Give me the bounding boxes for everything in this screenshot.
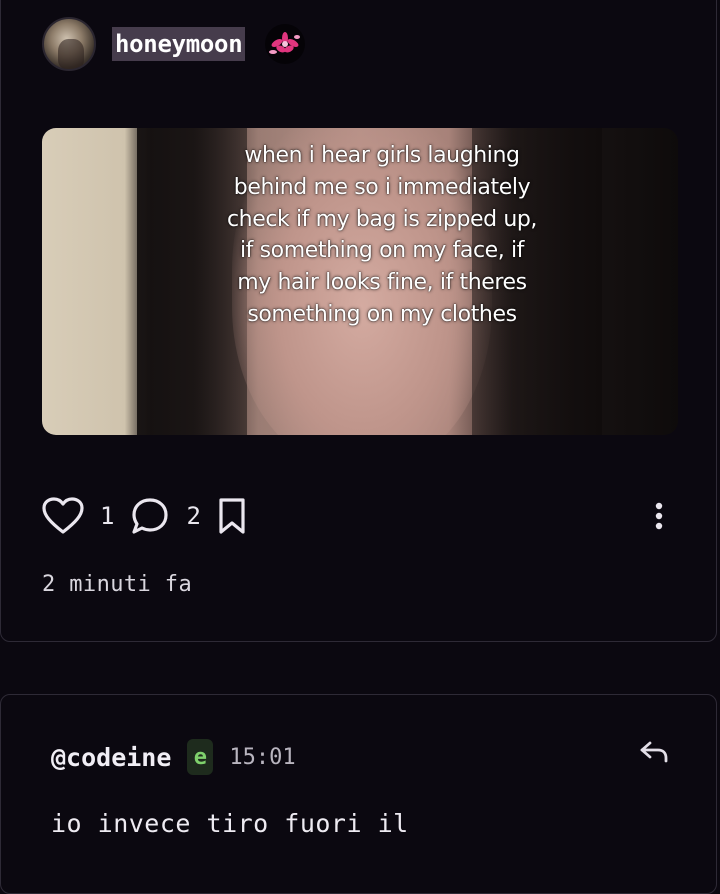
post-media[interactable]: when i hear girls laughing behind me so … [42, 128, 678, 435]
comment-username[interactable]: @codeine [51, 743, 171, 772]
comment-text: io invece tiro fuori il [51, 809, 409, 838]
comment-count: 2 [186, 502, 201, 530]
heart-icon[interactable] [42, 497, 84, 535]
more-options-button[interactable] [645, 498, 673, 534]
comment-time: 15:01 [229, 744, 296, 770]
flower-icon [265, 24, 306, 64]
post-username[interactable]: honeymoon [112, 27, 246, 61]
post-actions: 1 2 [42, 496, 247, 536]
post-header: honeymoon [42, 16, 306, 72]
bookmark-icon[interactable] [217, 497, 247, 535]
comment-header: @codeine e 15:01 [51, 737, 296, 777]
more-vertical-icon [655, 502, 663, 530]
avatar[interactable] [42, 17, 96, 71]
post-timestamp: 2 minuti fa [42, 572, 193, 597]
user-badge: e [187, 739, 214, 775]
media-caption: when i hear girls laughing behind me so … [226, 143, 538, 327]
comment-card: @codeine e 15:01 io invece tiro fuori il [0, 694, 717, 894]
comment-bubble-icon[interactable] [130, 497, 170, 535]
reply-arrow-icon [640, 741, 668, 763]
reply-button[interactable] [637, 735, 671, 769]
like-count: 1 [100, 502, 115, 530]
